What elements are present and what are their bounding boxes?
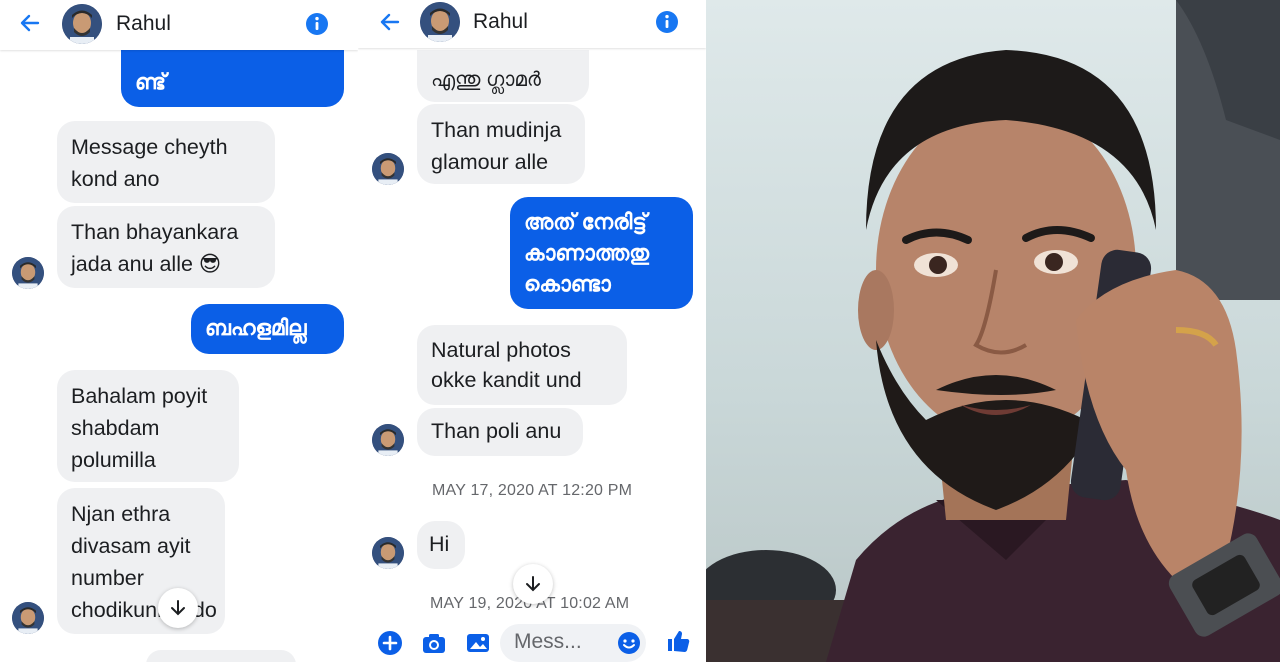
scroll-down-icon	[526, 576, 540, 592]
message-line: shabdam	[71, 416, 160, 440]
message-line: glamour alle	[431, 150, 549, 174]
received-message	[146, 650, 296, 662]
chat-header: Rahul	[358, 0, 706, 48]
message-text: ണ്ട്	[135, 70, 167, 94]
info-icon[interactable]	[655, 10, 679, 34]
message-line: jada anu alle	[71, 252, 193, 276]
received-message[interactable]: Hi	[417, 521, 465, 569]
back-arrow-icon[interactable]	[378, 10, 402, 34]
message-line: അത് നേരിട്ട്	[524, 210, 647, 234]
sent-message[interactable]: അത് നേരിട്ട് കാണാത്തതു കൊണ്ടാ	[510, 197, 693, 309]
message-line: Message cheyth	[71, 135, 228, 159]
avatar	[12, 602, 44, 634]
message-line: kond ano	[71, 167, 160, 191]
message-line: Natural photos	[431, 338, 571, 362]
message-line: number	[71, 566, 144, 590]
contact-name[interactable]: Rahul	[473, 10, 528, 34]
left-chat-screenshot: Rahul ണ്ട് Message cheyth kond ano Than …	[0, 0, 358, 662]
like-icon[interactable]	[665, 628, 691, 654]
received-message[interactable]: Bahalam poyit shabdam polumilla	[57, 370, 239, 482]
message-composer: Mess...	[358, 622, 706, 662]
received-message[interactable]: Than mudinja glamour alle	[417, 104, 585, 184]
message-input-placeholder: Mess...	[514, 630, 582, 653]
received-message[interactable]: Message cheyth kond ano	[57, 121, 275, 203]
emoji-icon[interactable]	[616, 630, 642, 656]
message-line: Than bhayankara	[71, 220, 239, 244]
message-line: കാണാത്തതു	[524, 241, 650, 265]
message-text: ബഹളമില്ല	[205, 316, 307, 340]
chat-header: Rahul	[0, 0, 358, 50]
message-timestamp: MAY 17, 2020 AT 12:20 PM	[432, 482, 633, 499]
message-text: Than poli anu	[431, 419, 562, 443]
message-line: polumilla	[71, 448, 156, 472]
person-photo	[706, 0, 1280, 662]
avatar	[372, 424, 404, 456]
add-icon[interactable]	[377, 630, 403, 656]
man-on-phone-photo	[706, 0, 1280, 662]
avatar[interactable]	[62, 4, 102, 44]
message-line: Bahalam poyit	[71, 384, 208, 408]
message-line: കൊണ്ടാ	[524, 272, 611, 296]
scroll-down-button[interactable]	[158, 588, 198, 628]
contact-name[interactable]: Rahul	[116, 12, 171, 36]
message-line: Njan ethra	[71, 502, 171, 526]
message-text: എന്തു ഗ്ലാമർ	[431, 69, 541, 91]
received-message[interactable]: Natural photos okke kandit und	[417, 325, 627, 405]
message-line: divasam ayit	[71, 534, 191, 558]
sunglasses-emoji: 😎	[198, 252, 222, 276]
avatar[interactable]	[420, 2, 460, 42]
scroll-down-icon	[171, 600, 185, 616]
received-message[interactable]: Than bhayankara jada anu alle 😎	[57, 206, 275, 288]
received-message[interactable]: Than poli anu	[417, 408, 583, 456]
scroll-down-button[interactable]	[513, 564, 553, 604]
message-text: Hi	[429, 532, 450, 556]
camera-icon[interactable]	[421, 630, 447, 656]
message-line: Than mudinja	[431, 118, 562, 142]
middle-chat-screenshot: Rahul എന്തു ഗ്ലാമർ Than mudinja glamour …	[358, 0, 706, 662]
avatar	[372, 537, 404, 569]
info-icon[interactable]	[305, 12, 329, 36]
message-line: okke kandit und	[431, 368, 582, 392]
received-message[interactable]: എന്തു ഗ്ലാമർ	[417, 50, 589, 102]
received-message[interactable]: Njan ethra divasam ayit number chodikunn…	[57, 488, 225, 634]
back-arrow-icon[interactable]	[18, 11, 42, 35]
avatar	[372, 153, 404, 185]
sent-message[interactable]: ബഹളമില്ല	[191, 304, 344, 354]
image-icon[interactable]	[465, 630, 491, 656]
avatar	[12, 257, 44, 289]
